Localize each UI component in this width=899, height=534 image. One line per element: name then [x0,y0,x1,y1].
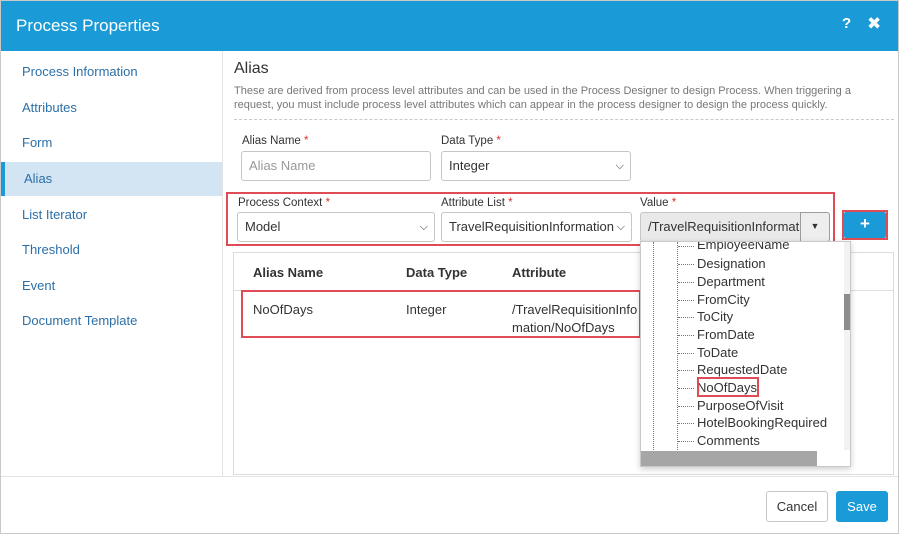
alias-name-input[interactable]: Alias Name [241,151,431,181]
sidebar-item-threshold[interactable]: Threshold [1,233,222,267]
tree-connector [678,264,694,265]
sidebar-item-document-template[interactable]: Document Template [1,304,222,338]
tree-item-designation[interactable]: Designation [697,256,766,271]
sidebar-item-event[interactable]: Event [1,269,222,303]
highlight-box-noofdays [697,377,759,397]
tree-connector [678,335,694,336]
tree-item-comments[interactable]: Comments [697,433,760,448]
tree-connector [678,406,694,407]
tree-item-purposeofvisit[interactable]: PurposeOfVisit [697,398,783,413]
data-type-label: Data Type * [441,135,501,147]
alias-name-label: Alias Name * [242,135,309,147]
save-button[interactable]: Save [836,491,888,522]
sidebar-item-alias[interactable]: Alias [1,162,222,196]
help-icon[interactable]: ? [842,15,851,32]
tree-item-department[interactable]: Department [697,274,765,289]
tree-item-fromdate[interactable]: FromDate [697,327,755,342]
horizontal-scrollbar[interactable] [641,451,817,466]
tree-connector [678,282,694,283]
vertical-scrollbar-thumb[interactable] [844,294,850,330]
sidebar-item-list-iterator[interactable]: List Iterator [1,198,222,232]
tree-item-todate[interactable]: ToDate [697,345,738,360]
close-icon[interactable]: ✖ [867,14,881,34]
sidebar: Process Information Attributes Form Alia… [1,51,223,476]
sidebar-item-form[interactable]: Form [1,126,222,160]
tree-connector [678,423,694,424]
tree-item-requesteddate[interactable]: RequestedDate [697,362,787,377]
tree-connector [678,370,694,371]
dialog-title: Process Properties [16,16,160,35]
tree-item-tocity[interactable]: ToCity [697,309,733,324]
divider [234,119,894,120]
column-header-alias-name: Alias Name [253,265,324,280]
tree-guide [677,242,678,450]
section-title: Alias [234,60,269,77]
tree-item-employeename[interactable]: EmployeeName [697,242,790,252]
tree-item-fromcity[interactable]: FromCity [697,292,750,307]
tree-connector [678,353,694,354]
vertical-scrollbar[interactable] [844,242,850,450]
column-header-data-type: Data Type [406,265,468,280]
highlight-box-add-button [842,210,888,240]
tree-connector [678,388,694,389]
tree-guide [653,242,654,450]
highlight-box-row [241,290,641,338]
tree-connector [678,246,694,247]
tree-connector [678,300,694,301]
process-properties-dialog: Process Properties ? ✖ Process Informati… [0,0,899,534]
footer-divider [1,476,898,477]
cancel-button[interactable]: Cancel [766,491,828,522]
tree-connector [678,441,694,442]
section-description: These are derived from process level att… [234,85,851,111]
sidebar-item-process-information[interactable]: Process Information [1,55,222,89]
tree-item-hotelbookingrequired[interactable]: HotelBookingRequired [697,415,827,430]
dialog-titlebar: Process Properties ? ✖ [1,1,898,51]
tree-connector [678,317,694,318]
value-tree-dropdown[interactable]: EmployeeName Designation Department From… [640,241,851,467]
highlight-box-context-row [226,192,835,246]
column-header-attribute: Attribute [512,265,567,280]
chevron-down-icon: ⌵ [615,160,624,172]
data-type-select[interactable]: Integer ⌵ [441,151,631,181]
sidebar-item-attributes[interactable]: Attributes [1,91,222,125]
